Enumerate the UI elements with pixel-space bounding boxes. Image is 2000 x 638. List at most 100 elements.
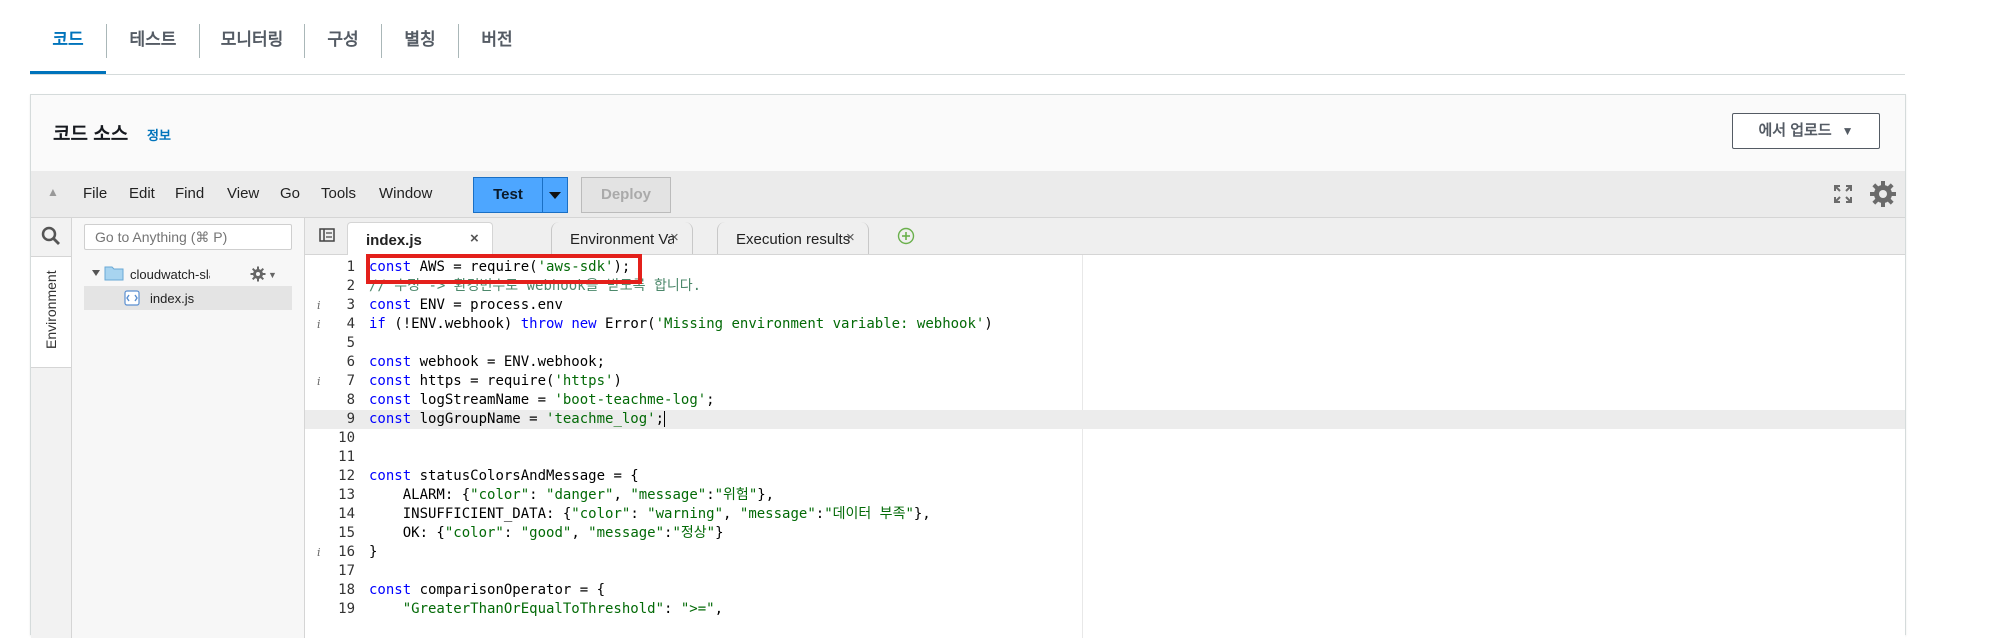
code-line[interactable]: 15 OK: {"color": "good", "message":"정상"}: [305, 524, 1905, 543]
code-line[interactable]: 14 INSUFFICIENT_DATA: {"color": "warning…: [305, 505, 1905, 524]
tab-monitoring[interactable]: 모니터링: [200, 0, 304, 74]
collapse-icon[interactable]: ▲: [47, 185, 59, 199]
line-source: INSUFFICIENT_DATA: {"color": "warning", …: [369, 506, 931, 522]
editor-tab-bar: index.js × Environment Variables × Execu…: [305, 218, 1905, 255]
line-number: 10: [338, 430, 355, 446]
tab-list-icon[interactable]: [319, 228, 335, 242]
info-link[interactable]: 정보: [147, 125, 171, 144]
menu-edit[interactable]: Edit: [129, 185, 155, 202]
file-tree: cloudwatch-slack-alarm ▼ index.js: [72, 218, 305, 638]
code-line[interactable]: 18 const comparisonOperator = {: [305, 581, 1905, 600]
line-number: 6: [346, 354, 355, 370]
upload-from-label: 에서 업로드: [1758, 122, 1832, 139]
folder-icon: [104, 266, 124, 281]
line-source: }: [369, 544, 378, 560]
upload-from-button[interactable]: 에서 업로드 ▼: [1732, 113, 1880, 149]
chevron-down-icon[interactable]: [92, 270, 100, 276]
deploy-button[interactable]: Deploy: [581, 177, 671, 213]
left-rail: Environment: [31, 218, 72, 638]
line-number: 8: [346, 392, 355, 408]
line-number: 1: [346, 259, 355, 275]
go-to-anything-input[interactable]: [84, 224, 292, 250]
preferences-gear-icon[interactable]: [1869, 180, 1897, 208]
menu-tools[interactable]: Tools: [321, 185, 356, 202]
menu-window[interactable]: Window: [379, 185, 432, 202]
environment-tab[interactable]: Environment: [31, 256, 71, 368]
code-line[interactable]: i 3 const ENV = process.env: [305, 296, 1905, 315]
fullscreen-icon[interactable]: [1833, 184, 1853, 204]
folder-name: cloudwatch-slack-alarm: [130, 267, 210, 282]
tab-test[interactable]: 테스트: [107, 0, 199, 74]
code-line[interactable]: 5: [305, 334, 1905, 353]
line-number: 7: [346, 373, 355, 389]
line-number: 2: [346, 278, 355, 294]
code-line[interactable]: 8 const logStreamName = 'boot-teachme-log…: [305, 391, 1905, 410]
caret-down-icon: ▼: [1841, 124, 1854, 138]
caret-down-icon: ▼: [268, 270, 277, 280]
code-line[interactable]: 19 "GreaterThanOrEqualToThreshold": ">="…: [305, 600, 1905, 619]
editor-tab-execution-results[interactable]: Execution results ×: [717, 222, 869, 254]
line-number: 16: [338, 544, 355, 560]
line-number: 9: [346, 411, 355, 427]
menu-go[interactable]: Go: [280, 185, 300, 202]
code-line[interactable]: 13 ALARM: {"color": "danger", "message":…: [305, 486, 1905, 505]
line-source: ALARM: {"color": "danger", "message":"위험…: [369, 487, 775, 503]
line-number: 18: [338, 582, 355, 598]
line-source: if (!ENV.webhook) throw new Error('Missi…: [369, 316, 993, 332]
tab-configuration[interactable]: 구성: [305, 0, 381, 74]
menu-view[interactable]: View: [227, 185, 259, 202]
info-annotation-icon[interactable]: i: [317, 296, 321, 315]
add-tab-icon[interactable]: [897, 227, 915, 245]
line-number: 11: [338, 449, 355, 465]
function-tabs: 코드 테스트 모니터링 구성 별칭 버전: [30, 0, 1905, 75]
code-line[interactable]: i 4 if (!ENV.webhook) throw new Error('Mis…: [305, 315, 1905, 334]
info-annotation-icon[interactable]: i: [317, 315, 321, 334]
code-line[interactable]: 6 const webhook = ENV.webhook;: [305, 353, 1905, 372]
code-editor[interactable]: 1 const AWS = require('aws-sdk'); 2// 수정 -…: [305, 255, 1905, 638]
info-annotation-icon[interactable]: i: [317, 543, 321, 562]
line-number: 4: [346, 316, 355, 332]
folder-row[interactable]: cloudwatch-slack-alarm ▼: [72, 262, 304, 286]
menu-find[interactable]: Find: [175, 185, 204, 202]
close-icon[interactable]: ×: [470, 230, 479, 247]
line-number: 3: [346, 297, 355, 313]
line-source: const comparisonOperator = {: [369, 582, 606, 598]
line-number: 13: [338, 487, 355, 503]
tab-aliases[interactable]: 별칭: [382, 0, 458, 74]
code-line[interactable]: 10: [305, 429, 1905, 448]
test-button[interactable]: Test: [473, 177, 543, 213]
code-source-panel: 코드 소스 정보 에서 업로드 ▼ ▲ File Edit Find View G…: [30, 94, 1906, 638]
editor-tab-label: Execution results: [736, 231, 851, 248]
tab-code[interactable]: 코드: [30, 0, 106, 74]
line-source: const https = require('https'): [369, 373, 622, 389]
js-file-icon: [124, 290, 140, 306]
code-line[interactable]: i 7 const https = require('https'): [305, 372, 1905, 391]
line-number: 15: [338, 525, 355, 541]
close-icon[interactable]: ×: [846, 229, 855, 246]
line-number: 19: [338, 601, 355, 617]
code-line[interactable]: 11: [305, 448, 1905, 467]
code-line[interactable]: i 16}: [305, 543, 1905, 562]
search-icon[interactable]: [41, 226, 61, 246]
line-number: 14: [338, 506, 355, 522]
gear-icon[interactable]: [250, 266, 266, 282]
line-source: const logStreamName = 'boot-teachme-log'…: [369, 392, 715, 408]
code-line[interactable]: 12 const statusColorsAndMessage = {: [305, 467, 1905, 486]
code-line[interactable]: 17: [305, 562, 1905, 581]
editor-tab-label: index.js: [366, 232, 422, 249]
tab-versions[interactable]: 버전: [459, 0, 535, 74]
panel-header: 코드 소스 정보 에서 업로드 ▼: [31, 95, 1905, 172]
line-number: 17: [338, 563, 355, 579]
test-dropdown-button[interactable]: [542, 177, 568, 213]
menu-file[interactable]: File: [83, 185, 107, 202]
file-name: index.js: [150, 291, 195, 306]
code-line[interactable]: 9 const logGroupName = 'teachme_log';: [305, 410, 1905, 429]
line-number: 12: [338, 468, 355, 484]
info-annotation-icon[interactable]: i: [317, 372, 321, 391]
file-row-index-js[interactable]: index.js: [84, 286, 292, 310]
editor-tab-environment-variables[interactable]: Environment Variables ×: [551, 222, 693, 254]
editor-tab-index-js[interactable]: index.js ×: [347, 222, 493, 255]
line-source: const statusColorsAndMessage = {: [369, 468, 639, 484]
close-icon[interactable]: ×: [670, 229, 679, 246]
environment-tab-label: Environment: [43, 270, 59, 349]
